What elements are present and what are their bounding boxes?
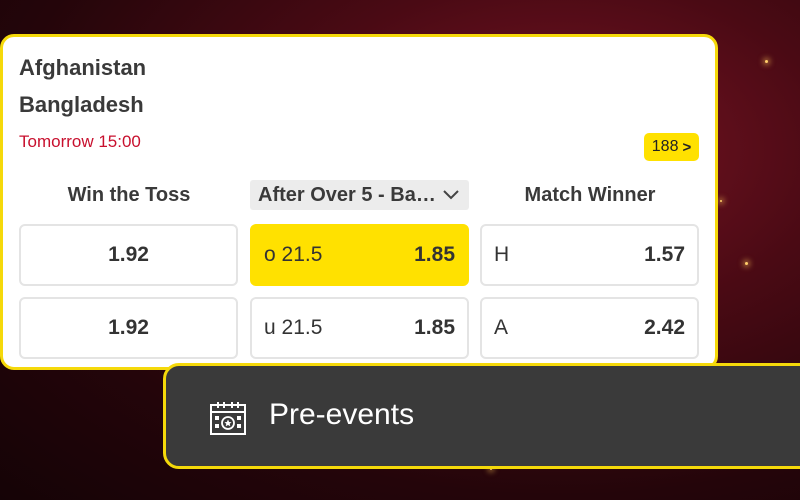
away-team-name[interactable]: Bangladesh bbox=[19, 92, 144, 118]
odds-value: 2.42 bbox=[644, 316, 685, 339]
chevron-right-icon: > bbox=[682, 138, 692, 156]
match-card: Afghanistan Bangladesh Tomorrow 15:00 18… bbox=[0, 34, 718, 370]
market-selector-dropdown[interactable]: After Over 5 - Ba… bbox=[250, 180, 469, 210]
more-markets-button[interactable]: 188 > bbox=[644, 133, 699, 161]
odds-value: 1.92 bbox=[108, 316, 149, 339]
odds-value: 1.92 bbox=[108, 243, 149, 266]
chevron-down-icon bbox=[443, 190, 459, 200]
sparkle-decoration bbox=[745, 262, 748, 265]
market-title-over: After Over 5 - Ba… bbox=[258, 183, 436, 206]
sparkle-decoration bbox=[720, 200, 722, 202]
market-title-winner: Match Winner bbox=[524, 183, 656, 206]
odds-button-over[interactable]: o 21.5 1.85 bbox=[250, 224, 469, 286]
outcome-label: o 21.5 bbox=[264, 243, 323, 266]
calendar-icon bbox=[210, 402, 246, 435]
home-team-name[interactable]: Afghanistan bbox=[19, 55, 146, 81]
outcome-label: H bbox=[494, 243, 510, 266]
pre-events-label: Pre-events bbox=[269, 398, 415, 431]
more-markets-count: 188 bbox=[651, 138, 679, 155]
odds-button-toss-home[interactable]: 1.92 bbox=[19, 224, 238, 286]
market-title-toss: Win the Toss bbox=[67, 183, 191, 206]
match-start-time: Tomorrow 15:00 bbox=[19, 132, 141, 151]
odds-button-home-win[interactable]: H 1.57 bbox=[480, 224, 699, 286]
outcome-label: u 21.5 bbox=[264, 316, 323, 339]
outcome-label: A bbox=[494, 316, 509, 339]
odds-value: 1.85 bbox=[414, 243, 455, 266]
odds-button-under[interactable]: u 21.5 1.85 bbox=[250, 297, 469, 359]
pre-events-nav-button[interactable]: Pre-events bbox=[163, 363, 800, 469]
odds-value: 1.57 bbox=[644, 243, 685, 266]
odds-button-toss-away[interactable]: 1.92 bbox=[19, 297, 238, 359]
odds-value: 1.85 bbox=[414, 316, 455, 339]
sparkle-decoration bbox=[765, 60, 768, 63]
odds-button-away-win[interactable]: A 2.42 bbox=[480, 297, 699, 359]
